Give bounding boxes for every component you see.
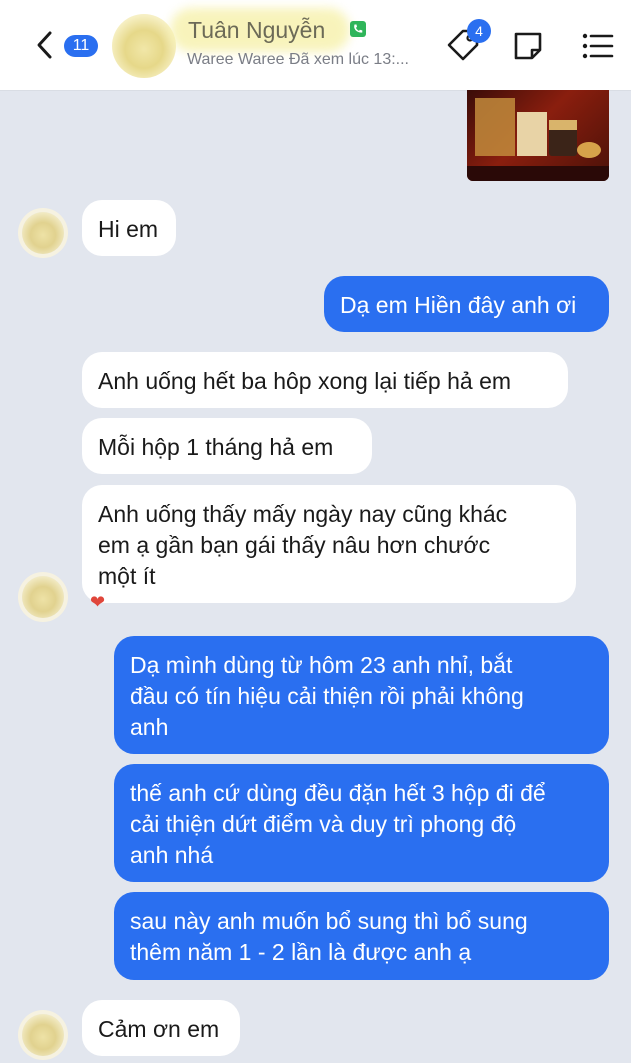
message-bubble[interactable]: Mỗi hộp 1 tháng hả em [82, 418, 372, 474]
unread-count-badge[interactable]: 11 [64, 35, 98, 57]
seen-status: Waree Waree Đã xem lúc 13:... [187, 51, 409, 68]
contact-avatar[interactable] [112, 14, 176, 78]
message-line: Dạ mình dùng từ hôm 23 anh nhỉ, bắt [130, 652, 513, 678]
sender-avatar[interactable] [22, 1014, 64, 1056]
phone-icon [350, 21, 366, 37]
message-line: sau này anh muốn bổ sung thì bổ sung [130, 908, 528, 934]
message-line: anh [130, 714, 169, 740]
message-line: một ít [98, 563, 156, 589]
message-bubble[interactable]: Anh uống thấy mấy ngày nay cũng khác em … [82, 485, 576, 603]
chat-header: 11 Tuân Nguyễn Waree Waree Đã xem lúc 13… [0, 0, 631, 91]
menu-icon[interactable] [582, 32, 614, 60]
heart-reaction-icon[interactable]: ❤ [90, 592, 105, 613]
message-text: Hi em [98, 216, 159, 242]
message-line: thêm năm 1 - 2 lần là được anh ạ [130, 939, 472, 965]
message-bubble[interactable]: Anh uống hết ba hôp xong lại tiếp hả em [82, 352, 568, 408]
product-image[interactable] [467, 90, 609, 181]
message-bubble[interactable]: Cảm ơn em [82, 1000, 240, 1056]
message-bubble[interactable]: Dạ mình dùng từ hôm 23 anh nhỉ, bắt đầu … [114, 636, 609, 754]
message-line: đầu có tín hiệu cải thiện rồi phải không [130, 683, 524, 709]
message-text: Anh uống hết ba hôp xong lại tiếp hả em [98, 368, 512, 394]
message-bubble[interactable]: sau này anh muốn bổ sung thì bổ sung thê… [114, 892, 609, 980]
message-line: cải thiện dứt điểm và duy trì phong độ [130, 811, 517, 837]
message-line: anh nhá [130, 842, 214, 868]
message-bubble[interactable]: Dạ em Hiền đây anh ơi [324, 276, 609, 332]
sender-avatar[interactable] [22, 212, 64, 254]
message-line: Anh uống thấy mấy ngày nay cũng khác [98, 501, 508, 527]
message-bubble[interactable]: thế anh cứ dùng đều đặn hết 3 hộp đi để … [114, 764, 609, 882]
message-text: Cảm ơn em [98, 1016, 220, 1042]
message-bubble[interactable]: Hi em [82, 200, 176, 256]
message-line: em ạ gần bạn gái thấy nâu hơn chước [98, 532, 491, 558]
sender-avatar[interactable] [22, 576, 64, 618]
contact-name[interactable]: Tuân Nguyễn [188, 17, 325, 44]
message-line: thế anh cứ dùng đều đặn hết 3 hộp đi để [130, 780, 546, 806]
message-text: Mỗi hộp 1 tháng hả em [98, 434, 334, 460]
tag-count-badge: 4 [467, 19, 491, 43]
chevron-left-icon[interactable] [30, 28, 60, 62]
note-icon[interactable] [512, 30, 544, 62]
message-text: Dạ em Hiền đây anh ơi [340, 292, 577, 318]
